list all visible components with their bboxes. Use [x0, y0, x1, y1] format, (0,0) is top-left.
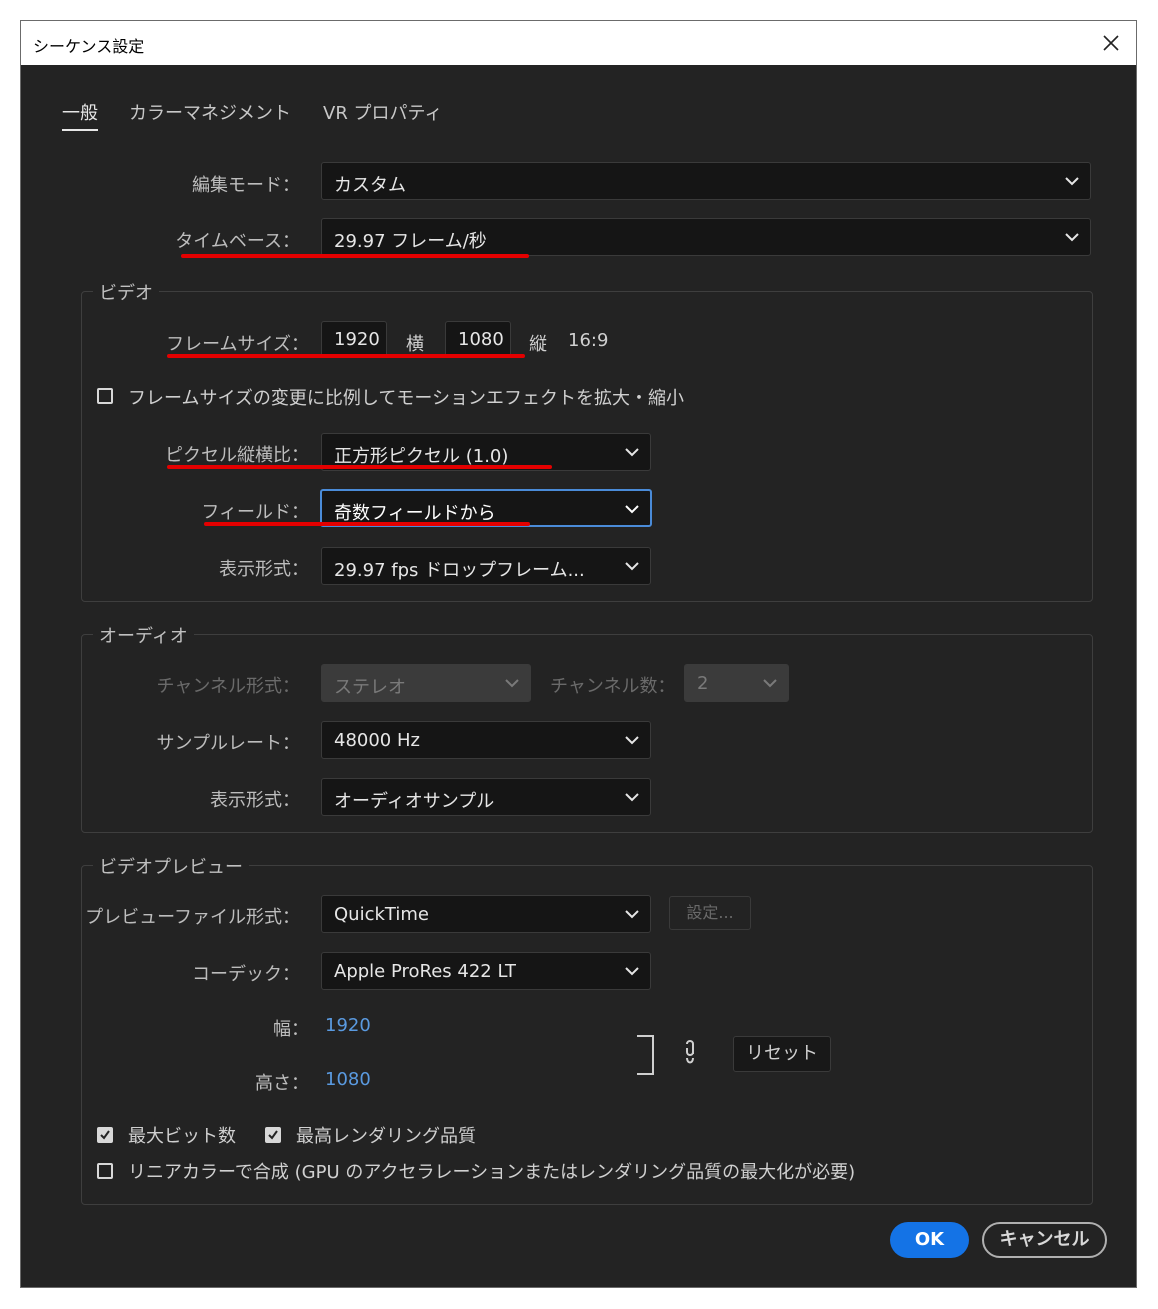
channel-format-dropdown[interactable]: ステレオ — [321, 664, 531, 702]
ok-button[interactable]: OK — [890, 1222, 969, 1258]
reset-button[interactable]: リセット — [733, 1036, 831, 1072]
max-bit-depth-checkbox[interactable] — [97, 1127, 113, 1143]
codec-label: コーデック： — [192, 964, 300, 985]
max-render-quality-label: 最高レンダリング品質 — [296, 1126, 476, 1147]
audio-display-format-dropdown[interactable]: オーディオサンプル — [321, 778, 651, 816]
scale-motion-checkbox[interactable] — [97, 388, 113, 404]
channel-count-label: チャンネル数： — [550, 676, 676, 697]
chevron-down-icon — [1065, 233, 1079, 242]
sample-rate-label: サンプルレート： — [156, 733, 300, 754]
chevron-down-icon — [625, 562, 639, 571]
annotation-underline-timebase — [181, 254, 529, 258]
pixel-aspect-label: ピクセル縦横比： — [165, 445, 309, 466]
edit-mode-dropdown[interactable]: カスタム — [321, 162, 1091, 200]
timebase-dropdown[interactable]: 29.97 フレーム/秒 — [321, 218, 1091, 256]
chevron-down-icon — [1065, 177, 1079, 186]
tab-color-management[interactable]: カラーマネジメント — [129, 99, 291, 125]
dialog-title: シーケンス設定 — [33, 37, 145, 56]
channel-count-value: 2 — [697, 673, 709, 694]
cancel-button[interactable]: キャンセル — [982, 1222, 1107, 1258]
timebase-value: 29.97 フレーム/秒 — [334, 231, 487, 252]
timebase-label: タイムベース： — [175, 231, 300, 252]
fields-label: フィールド： — [201, 502, 309, 523]
chevron-down-icon — [625, 910, 639, 919]
preview-file-format-label: プレビューファイル形式： — [85, 907, 300, 928]
tab-general[interactable]: 一般 — [62, 99, 98, 125]
tab-vr-properties[interactable]: VR プロパティ — [323, 99, 442, 125]
chevron-down-icon — [625, 505, 639, 514]
edit-mode-value: カスタム — [334, 175, 406, 196]
video-group-title: ビデオ — [93, 279, 159, 305]
max-bit-depth-label: 最大ビット数 — [128, 1126, 236, 1147]
sequence-settings-dialog: シーケンス設定 一般 カラーマネジメント VR プロパティ 編集モード： カスタ… — [20, 20, 1137, 1288]
frame-height-unit: 縦 — [529, 334, 547, 355]
preview-file-format-dropdown[interactable]: QuickTime — [321, 895, 651, 933]
linear-color-label: リニアカラーで合成 (GPU のアクセラレーションまたはレンダリング品質の最大化… — [128, 1162, 856, 1183]
chevron-down-icon — [505, 679, 519, 688]
preview-settings-button[interactable]: 設定... — [669, 896, 751, 930]
link-bracket-icon — [637, 1035, 654, 1075]
video-display-format-dropdown[interactable]: 29.97 fps ドロップフレーム... — [321, 547, 651, 585]
video-display-format-value: 29.97 fps ドロップフレーム... — [334, 560, 585, 581]
chevron-down-icon — [625, 793, 639, 802]
codec-value: Apple ProRes 422 LT — [334, 961, 517, 982]
chain-link-icon[interactable] — [681, 1039, 699, 1067]
frame-width-unit: 横 — [406, 334, 424, 355]
linear-color-checkbox[interactable] — [97, 1163, 113, 1179]
close-button[interactable] — [1094, 27, 1128, 59]
preview-height-value[interactable]: 1080 — [325, 1069, 371, 1090]
channel-format-value: ステレオ — [334, 677, 406, 698]
frame-height-input[interactable]: 1080 — [445, 321, 511, 357]
checkmark-icon — [100, 1130, 110, 1140]
checkmark-icon — [268, 1130, 278, 1140]
channel-format-label: チャンネル形式： — [156, 676, 300, 697]
sample-rate-value: 48000 Hz — [334, 730, 420, 751]
aspect-ratio-text: 16:9 — [568, 330, 609, 351]
close-icon — [1103, 35, 1119, 51]
annotation-underline-pixel-aspect — [167, 465, 552, 469]
video-display-format-label: 表示形式： — [219, 559, 309, 580]
preview-file-format-value: QuickTime — [334, 904, 429, 925]
chevron-down-icon — [625, 967, 639, 976]
audio-display-format-value: オーディオサンプル — [334, 791, 495, 812]
frame-size-label: フレームサイズ： — [166, 334, 309, 355]
audio-group-title: オーディオ — [93, 622, 194, 648]
edit-mode-label: 編集モード： — [192, 175, 300, 196]
chevron-down-icon — [625, 736, 639, 745]
chevron-down-icon — [763, 679, 777, 688]
frame-width-input[interactable]: 1920 — [321, 321, 387, 357]
preview-width-label: 幅： — [273, 1019, 309, 1040]
title-bar: シーケンス設定 — [21, 21, 1136, 65]
chevron-down-icon — [625, 448, 639, 457]
annotation-underline-fields — [204, 522, 530, 526]
active-tab-indicator — [62, 129, 98, 131]
audio-display-format-label: 表示形式： — [210, 790, 300, 811]
max-render-quality-checkbox[interactable] — [265, 1127, 281, 1143]
video-preview-group-title: ビデオプレビュー — [93, 853, 249, 879]
preview-height-label: 高さ： — [255, 1073, 309, 1094]
preview-width-value[interactable]: 1920 — [325, 1015, 371, 1036]
scale-motion-label: フレームサイズの変更に比例してモーションエフェクトを拡大・縮小 — [128, 388, 685, 409]
codec-dropdown[interactable]: Apple ProRes 422 LT — [321, 952, 651, 990]
sample-rate-dropdown[interactable]: 48000 Hz — [321, 721, 651, 759]
channel-count-dropdown[interactable]: 2 — [684, 664, 789, 702]
annotation-underline-frame-size — [167, 354, 525, 358]
